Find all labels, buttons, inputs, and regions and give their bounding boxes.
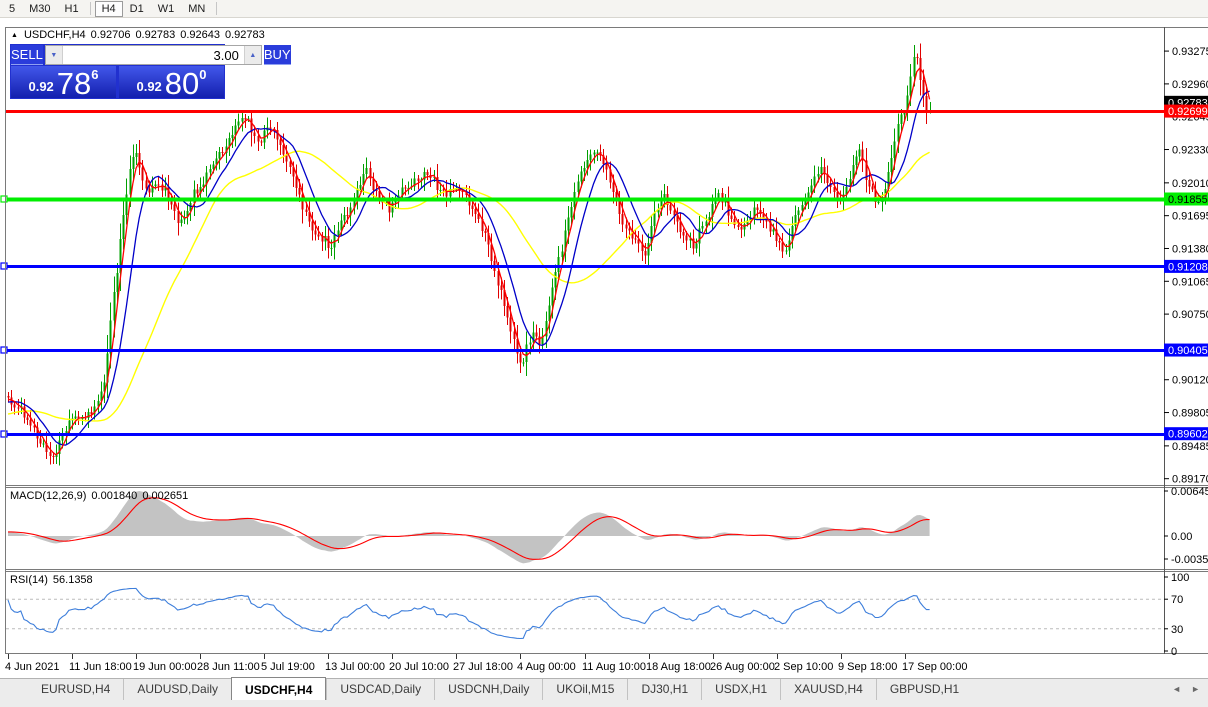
lot-decrease-button[interactable]: ▼ (45, 46, 63, 64)
buy-price-pips: 80 (164, 66, 200, 101)
time-axis-label: 11 Jun 18:00 (69, 661, 132, 673)
chart-tab-gbpusd-h1[interactable]: GBPUSD,H1 (875, 679, 972, 700)
rsi-name: RSI(14) (10, 574, 48, 586)
ohlc-low: 0.92643 (180, 29, 220, 41)
ohlc-close: 0.92783 (224, 29, 265, 41)
ohlc-high: 0.92783 (135, 29, 176, 41)
macd-label: MACD(12,26,9) 0.001840 0.002651 (10, 490, 188, 502)
buy-button[interactable]: BUY (263, 45, 291, 65)
price-axis-label: 0.92010 (1172, 178, 1208, 190)
rsi-value: 56.1358 (52, 574, 93, 586)
price-axis-label: 0.89485 (1172, 441, 1208, 453)
time-axis-label: 19 Jun 00:00 (133, 661, 197, 673)
macd-axis-label: 0.00 (1171, 531, 1192, 543)
time-axis-label: 4 Aug 00:00 (517, 661, 576, 673)
chart-tab-dj30-h1[interactable]: DJ30,H1 (627, 679, 701, 700)
macd-axis-label: 0.006451 (1171, 486, 1208, 498)
chart-canvas: 0.932750.929600.926450.923300.920100.916… (0, 27, 1208, 673)
toolbar-separator (89, 2, 91, 15)
price-axis-label: 0.92330 (1172, 145, 1208, 157)
lot-spinner: ▼ ▲ (44, 45, 262, 65)
tab-scroll-right-icon[interactable]: ► (1191, 684, 1200, 694)
chart-tab-usdx-h1[interactable]: USDX,H1 (701, 679, 780, 700)
hline-handle[interactable] (0, 195, 8, 203)
buy-price-pipette: 0 (199, 67, 207, 82)
macd-axis-label: -0.003507 (1171, 554, 1208, 566)
tab-scroll-left-icon[interactable]: ◄ (1172, 684, 1181, 694)
hline-handle[interactable] (0, 430, 8, 438)
timeframe-button-w1[interactable]: W1 (151, 1, 182, 17)
collapse-arrow-icon[interactable]: ▲ (11, 32, 18, 39)
buy-price[interactable]: 0.92 80 0 (119, 66, 224, 101)
hline-handle[interactable] (0, 346, 8, 354)
chart-tab-usdchf-h4[interactable]: USDCHF,H4 (231, 677, 327, 700)
time-axis-label: 17 Sep 00:00 (902, 661, 967, 673)
macd-value: 0.001840 (91, 490, 138, 502)
time-axis-label: 28 Jun 11:00 (197, 661, 260, 673)
price-axis-label: 0.90120 (1172, 375, 1208, 387)
price-axis-label: 0.93275 (1172, 46, 1208, 58)
tab-scroll-arrows: ◄ ► (1172, 684, 1200, 694)
timeframe-toolbar: 5 M30 H1 H4 D1 W1 MN (0, 0, 1208, 18)
sell-price-pipette: 6 (91, 67, 99, 82)
price-axis-label: 0.91380 (1172, 243, 1208, 255)
sell-price-pips: 78 (56, 66, 92, 101)
chart-tab-audusd-daily[interactable]: AUDUSD,Daily (123, 679, 231, 700)
hline-handle[interactable] (0, 262, 8, 270)
price-axis-label: 0.91065 (1172, 276, 1208, 288)
price-badge-label: 0.92699 (1168, 106, 1208, 118)
time-axis-label: 27 Jul 18:00 (453, 661, 513, 673)
chart-title: ▲ USDCHF,H4 0.92706 0.92783 0.92643 0.92… (11, 29, 265, 41)
time-axis-label: 20 Jul 10:00 (389, 661, 449, 673)
time-axis-label: 5 Jul 19:00 (261, 661, 315, 673)
chart-tab-eurusd-h4[interactable]: EURUSD,H4 (28, 679, 123, 700)
time-axis-label: 13 Jul 00:00 (325, 661, 385, 673)
chart-tab-ukoil-m15[interactable]: UKOil,M15 (542, 679, 627, 700)
macd-name: MACD(12,26,9) (10, 490, 87, 502)
time-axis-label: 11 Aug 10:00 (582, 661, 646, 673)
chart-tab-usdcnh-daily[interactable]: USDCNH,Daily (434, 679, 542, 700)
chart-tab-xauusd-h4[interactable]: XAUUSD,H4 (780, 679, 876, 700)
price-axis-label: 0.91695 (1172, 211, 1208, 223)
ohlc-open: 0.92706 (90, 29, 131, 41)
price-axis-label: 0.90750 (1172, 309, 1208, 321)
time-axis-label: 2 Sep 10:00 (774, 661, 833, 673)
timeframe-button-h1[interactable]: H1 (58, 1, 86, 17)
sell-price[interactable]: 0.92 78 6 (11, 66, 116, 101)
timeframe-button-mn[interactable]: MN (181, 1, 212, 17)
chart-tabbar: EURUSD,H4 AUDUSD,Daily USDCHF,H4 USDCAD,Dai… (0, 677, 1208, 707)
rsi-axis-label: 100 (1171, 572, 1189, 584)
sell-price-prefix: 0.92 (28, 79, 54, 94)
timeframe-button-h4[interactable]: H4 (94, 0, 123, 17)
price-badge-label: 0.91208 (1168, 261, 1208, 273)
trade-widget: SELL ▼ ▲ BUY 0.92 78 6 0.92 80 0 (10, 44, 291, 101)
lot-size-input[interactable] (62, 46, 244, 64)
chart-tab-usdcad-daily[interactable]: USDCAD,Daily (326, 679, 434, 700)
lot-increase-button[interactable]: ▲ (243, 46, 261, 64)
sell-button[interactable]: SELL (11, 45, 43, 65)
timeframe-button-d1[interactable]: D1 (123, 1, 151, 17)
buy-price-prefix: 0.92 (136, 79, 162, 94)
chart-title-symbol: USDCHF,H4 (23, 29, 86, 41)
price-badge-label: 0.90405 (1168, 345, 1208, 357)
timeframe-button-5[interactable]: 5 (2, 1, 22, 17)
rsi-label: RSI(14) 56.1358 (10, 574, 93, 586)
time-axis-label: 9 Sep 18:00 (838, 661, 897, 673)
price-badge-label: 0.89602 (1168, 429, 1208, 441)
rsi-axis-label: 0 (1171, 646, 1177, 658)
rsi-axis-label: 70 (1171, 594, 1183, 606)
toolbar-separator (216, 2, 218, 15)
time-axis-label: 4 Jun 2021 (5, 661, 59, 673)
time-axis-label: 26 Aug 00:00 (710, 661, 775, 673)
price-axis-label: 0.89170 (1172, 474, 1208, 486)
chart-tabs: EURUSD,H4 AUDUSD,Daily USDCHF,H4 USDCAD,Dai… (0, 677, 1208, 700)
price-badge-label: 0.91855 (1168, 194, 1208, 206)
rsi-axis-label: 30 (1171, 624, 1183, 636)
time-axis-label: 18 Aug 18:00 (646, 661, 711, 673)
price-axis-label: 0.92960 (1172, 79, 1208, 91)
macd-signal-value: 0.002651 (142, 490, 189, 502)
timeframe-button-m30[interactable]: M30 (22, 1, 57, 17)
price-axis-label: 0.89805 (1172, 408, 1208, 420)
